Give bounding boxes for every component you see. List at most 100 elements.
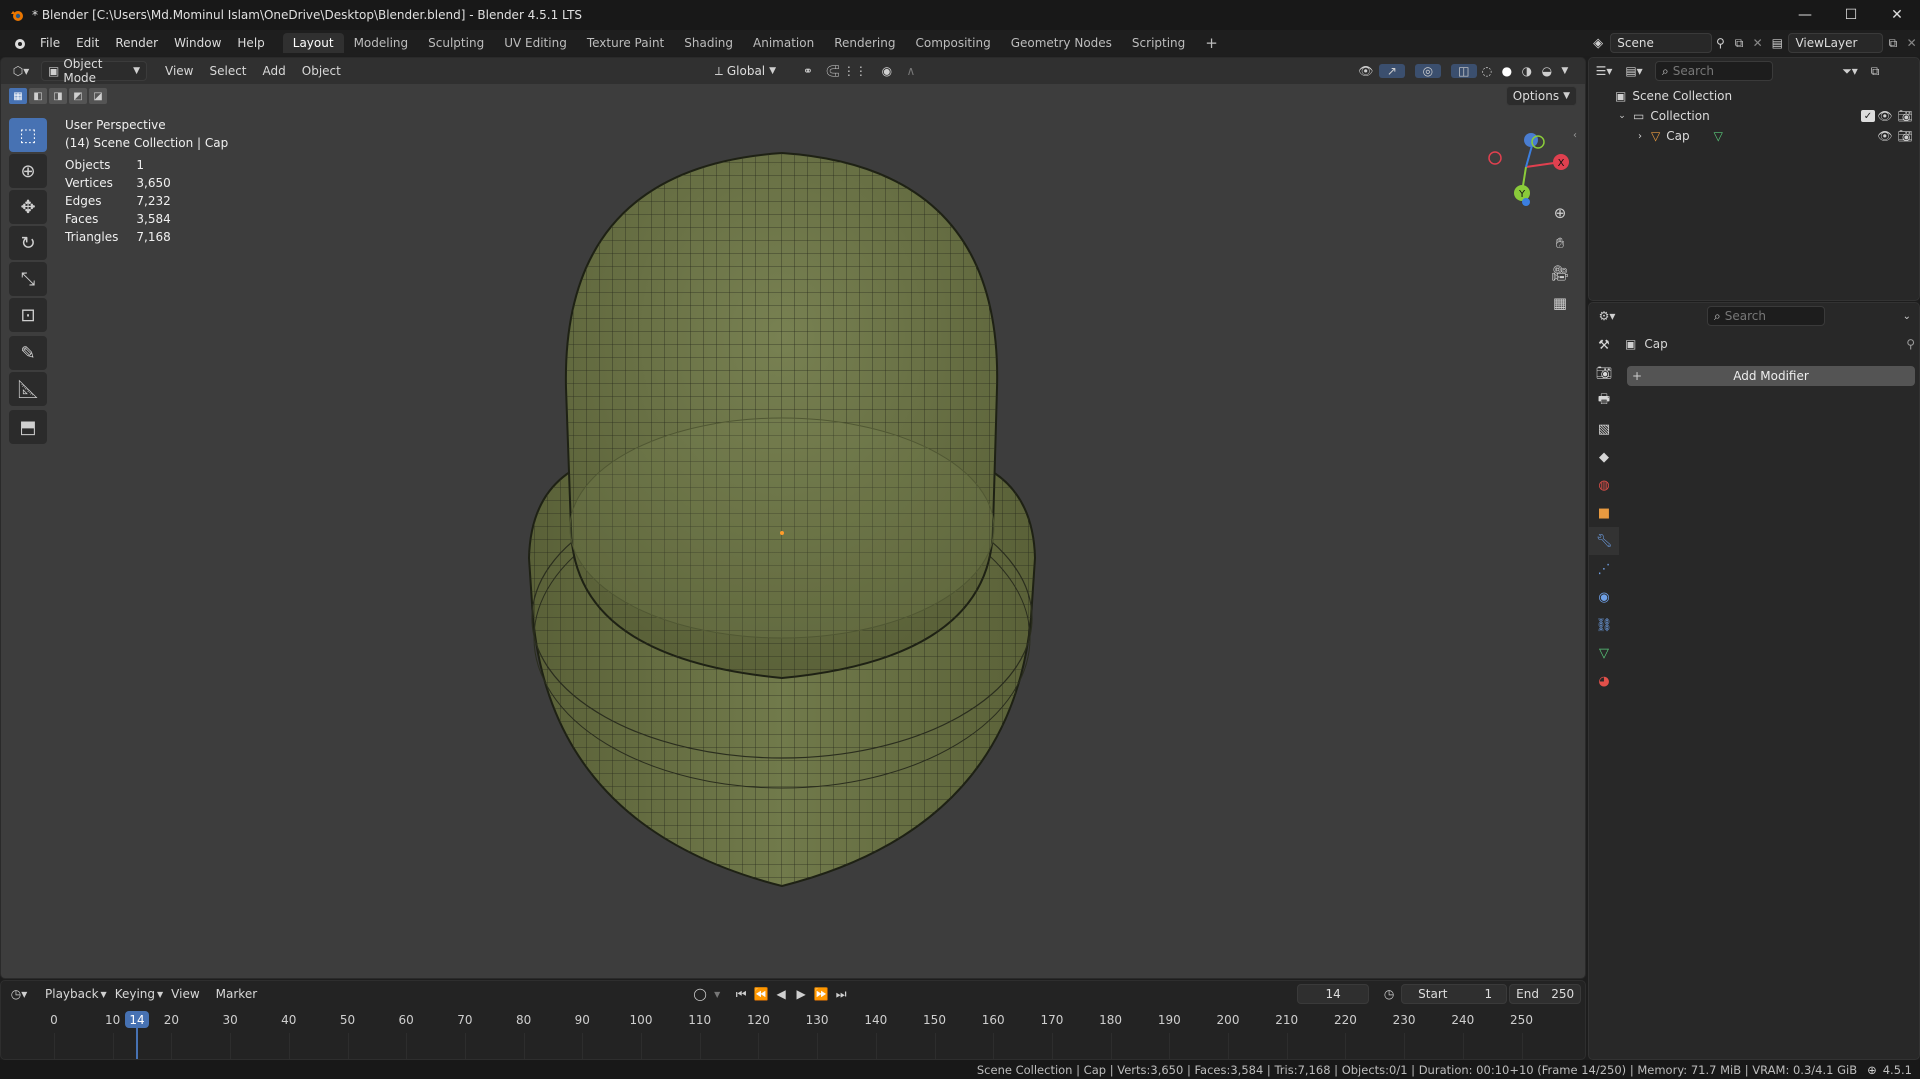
object-tab-icon[interactable]: ■ [1589,499,1619,527]
tab-animation[interactable]: Animation [743,33,824,53]
minimize-button[interactable]: — [1782,0,1828,30]
tab-scripting[interactable]: Scripting [1122,33,1195,53]
menu-render[interactable]: Render [107,36,166,50]
particles-tab-icon[interactable]: ⋰ [1589,555,1619,583]
play-reverse-icon[interactable]: ◀ [771,987,791,1001]
new-scene-icon[interactable]: ⧉ [1729,36,1750,51]
plus-icon: + [1631,369,1643,383]
cap-mesh[interactable] [1,58,1585,978]
pin-icon[interactable]: ⚲ [1712,36,1729,50]
scene-tab-icon[interactable]: ◆ [1589,443,1619,471]
editor-type-icon[interactable]: ☰▾ [1589,64,1619,78]
timeline-menu-keying[interactable]: Keying [107,985,163,1003]
current-frame-field[interactable]: 14 [1297,984,1370,1004]
eye-icon[interactable]: 👁︎ [1875,129,1895,143]
playhead-frame-badge[interactable]: 14 [125,1011,149,1028]
window-title: * Blender [C:\Users\Md.Mominul Islam\One… [32,8,583,22]
timeline-tick-label: 160 [981,1013,1005,1027]
navigation-gizmo[interactable]: X Y [1481,122,1571,212]
clock-icon[interactable]: ◷ [1377,987,1401,1001]
close-button[interactable]: ✕ [1874,0,1920,30]
tool-tab-icon[interactable]: ⚒ [1589,331,1619,359]
filter-icon[interactable]: ⏷▾ [1835,64,1865,79]
timeline-ruler[interactable]: 0 10 20 30 40 50 60 70 80 90 100 110 120 130 140 150 160… [1,1007,1585,1059]
new-collection-icon[interactable]: ⧉ [1865,64,1885,79]
scene-icon[interactable]: ◈ [1586,36,1610,51]
outliner-row-cap[interactable]: › ▽ Cap ▽ 👁︎ 📷︎ [1633,126,1915,146]
tab-sculpting[interactable]: Sculpting [418,33,494,53]
blender-menu-icon[interactable] [12,36,26,50]
view-layer-tab-icon[interactable]: ▧ [1589,415,1619,443]
timeline-menu-marker[interactable]: Marker [208,985,265,1003]
3d-viewport[interactable]: ⬡▾ ▣ Object Mode ▼ View Select Add Objec… [0,57,1586,979]
cap-object-label: Cap [1666,129,1690,143]
view-layer-icon[interactable]: ▤ [1766,36,1788,50]
play-icon[interactable]: ▶ [791,987,811,1001]
jump-start-icon[interactable]: ⏮ [731,987,751,1002]
tab-geometry-nodes[interactable]: Geometry Nodes [1001,33,1122,53]
data-tab-icon[interactable]: ▽ [1589,639,1619,667]
tab-shading[interactable]: Shading [674,33,743,53]
timeline-menu-view[interactable]: View [163,985,207,1003]
timeline-tick-label: 110 [688,1013,712,1027]
physics-tab-icon[interactable]: ◉ [1589,583,1619,611]
camera-icon[interactable]: 📷︎ [1895,129,1915,143]
view-layer-field[interactable]: ViewLayer [1788,33,1883,53]
ortho-grid-icon[interactable]: ▦ [1547,290,1573,316]
output-tab-icon[interactable]: 🖶︎ [1589,387,1619,415]
modifier-tab-icon[interactable]: 🔧︎ [1589,527,1619,555]
editor-type-icon[interactable]: ⚙▾ [1589,309,1625,323]
render-tab-icon[interactable]: 📷︎ [1589,359,1619,387]
new-view-layer-icon[interactable]: ⧉ [1883,36,1904,51]
gizmo-x-label: X [1558,158,1565,169]
constraints-tab-icon[interactable]: ⛓︎ [1589,611,1619,639]
next-keyframe-icon[interactable]: ⏩ [811,987,831,1001]
chevron-right-icon[interactable]: › [1633,131,1647,142]
menu-help[interactable]: Help [229,36,272,50]
menu-file[interactable]: File [32,36,68,50]
eye-icon[interactable]: 👁︎ [1875,109,1895,123]
playhead-line[interactable] [136,1028,138,1059]
auto-keying-icon[interactable]: ◯ [689,987,711,1001]
maximize-button[interactable]: ☐ [1828,0,1874,30]
delete-view-layer-icon[interactable]: ✕ [1903,36,1920,50]
start-frame-field[interactable]: Start 1 [1401,984,1508,1004]
outliner-panel: ☰▾ ▤▾ ⌕ Search ⏷▾ ⧉ ▣ Scene Collection ⌄… [1588,57,1920,301]
display-mode-icon[interactable]: ▤▾ [1619,64,1649,78]
prev-keyframe-icon[interactable]: ⏪ [751,987,771,1001]
tab-uv-editing[interactable]: UV Editing [494,33,577,53]
sidebar-toggle-icon[interactable]: ‹ [1573,130,1577,141]
tab-layout[interactable]: Layout [282,33,344,53]
outliner-row-scene-collection[interactable]: ▣ Scene Collection [1615,86,1732,106]
timeline-tick-label: 20 [163,1013,180,1027]
add-modifier-button[interactable]: + Add Modifier [1627,366,1915,386]
camera-view-icon[interactable]: 🎥︎ [1547,260,1573,286]
tab-rendering[interactable]: Rendering [824,33,905,53]
zoom-icon[interactable]: ⊕ [1547,200,1573,226]
camera-icon[interactable]: 📷︎ [1895,109,1915,123]
properties-search-input[interactable]: ⌕ Search [1707,306,1825,326]
outliner-row-collection[interactable]: ⌄ ▭ Collection ✓ 👁︎ 📷︎ [1615,106,1915,126]
menu-window[interactable]: Window [166,36,229,50]
scene-field[interactable]: Scene [1610,33,1712,53]
tab-modeling[interactable]: Modeling [344,33,419,53]
delete-scene-icon[interactable]: ✕ [1749,36,1766,50]
menu-edit[interactable]: Edit [68,36,107,50]
world-tab-icon[interactable]: ◍ [1589,471,1619,499]
pin-icon[interactable]: ⚲ [1906,337,1915,351]
material-tab-icon[interactable]: ◕ [1589,667,1619,695]
tab-compositing[interactable]: Compositing [905,33,1000,53]
outliner-search-input[interactable]: ⌕ Search [1655,61,1773,81]
timeline-tick-label: 250 [1510,1013,1533,1027]
pan-hand-icon[interactable]: ✋︎ [1547,230,1573,256]
end-frame-field[interactable]: End 250 [1509,984,1582,1004]
editor-type-icon[interactable]: ◷▾ [1,987,37,1001]
add-workspace-button[interactable]: + [1195,31,1228,55]
timeline-menu-playback[interactable]: Playback [37,985,107,1003]
mesh-data-icon[interactable]: ▽ [1714,129,1723,143]
tab-texture-paint[interactable]: Texture Paint [577,33,674,53]
chevron-down-icon[interactable]: ⌄ [1903,311,1911,322]
jump-end-icon[interactable]: ⏭ [831,987,851,1002]
chevron-down-icon[interactable]: ⌄ [1615,111,1629,121]
checkbox-icon[interactable]: ✓ [1861,110,1875,122]
